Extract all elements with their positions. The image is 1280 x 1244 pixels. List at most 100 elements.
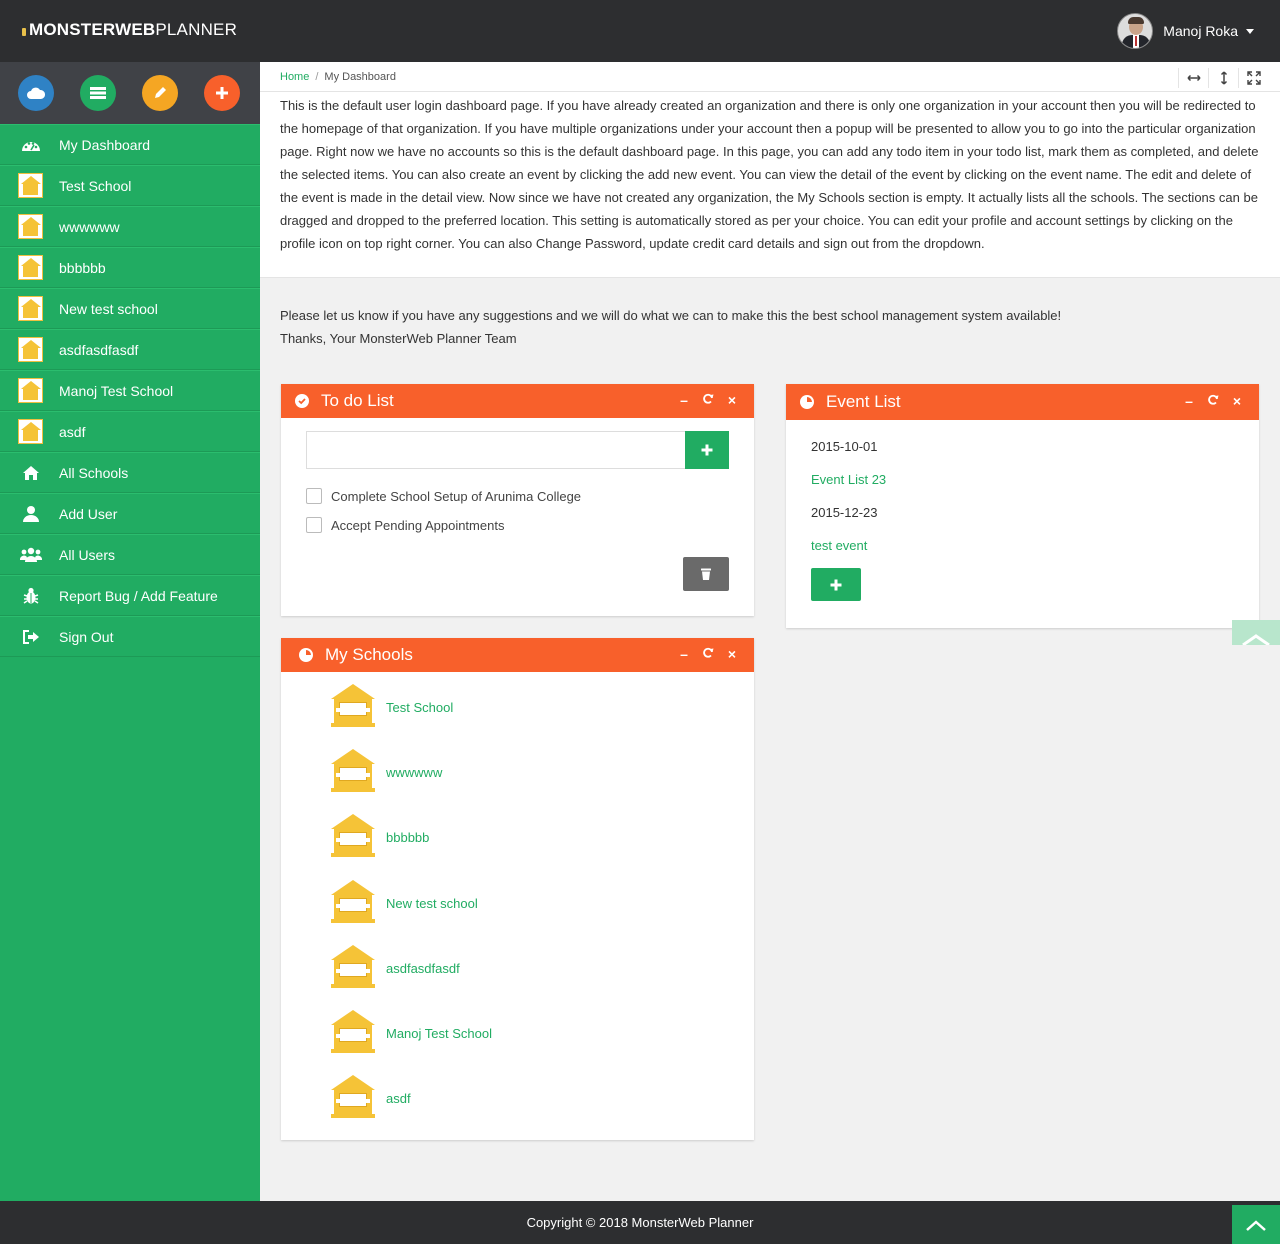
bug-icon — [23, 587, 38, 604]
sidebar-item-school[interactable]: Manoj Test School — [0, 370, 260, 411]
back-to-top-button[interactable] — [1232, 1205, 1280, 1244]
school-logo-icon — [331, 945, 375, 991]
school-icon — [18, 255, 43, 280]
delete-selected-button[interactable] — [683, 557, 729, 591]
dashboard-icon — [21, 141, 40, 151]
sidebar-item-school[interactable]: bbbbbb — [0, 247, 260, 288]
avatar[interactable] — [1117, 13, 1154, 49]
logo-text-light: PLANNER — [155, 20, 238, 39]
suggestions-text: Please let us know if you have any sugge… — [280, 308, 1062, 323]
event-panel-title: Event List — [826, 392, 901, 411]
sidebar-item-label: My Dashboard — [59, 136, 151, 153]
sidebar-item-label: Manoj Test School — [59, 382, 174, 399]
todo-checkbox[interactable] — [306, 488, 322, 504]
todo-checkbox[interactable] — [306, 517, 322, 533]
edit-button[interactable] — [142, 75, 178, 111]
user-name[interactable]: Manoj Roka — [1163, 23, 1238, 39]
refresh-button[interactable] — [696, 646, 720, 662]
refresh-button[interactable] — [1201, 393, 1225, 409]
school-link[interactable]: bbbbbb — [386, 830, 429, 845]
refresh-icon — [703, 393, 714, 404]
event-date: 2015-12-23 — [811, 505, 878, 520]
fullscreen-button[interactable] — [1238, 68, 1268, 88]
school-list-item[interactable]: asdf — [331, 1075, 411, 1121]
add-button[interactable] — [204, 75, 240, 111]
sidebar-item-school[interactable]: New test school — [0, 288, 260, 329]
add-event-button[interactable] — [811, 568, 861, 601]
minimize-button[interactable]: – — [672, 392, 696, 408]
school-link[interactable]: New test school — [386, 896, 478, 911]
expand-vertical-button[interactable] — [1208, 68, 1238, 88]
schools-panel-header[interactable]: My Schools – × — [281, 638, 754, 672]
logo-text-bold: MONSTERWEB — [29, 20, 156, 39]
sidebar-item-label: Add User — [59, 505, 118, 522]
event-panel: Event List – × 2015-10-01 Event List 23 … — [786, 384, 1259, 628]
event-date: 2015-10-01 — [811, 439, 878, 454]
sidebar-item-all-schools[interactable]: All Schools — [0, 452, 260, 493]
todo-panel-title: To do List — [321, 391, 394, 410]
todo-input[interactable] — [306, 431, 686, 469]
school-list-item[interactable]: Test School — [331, 684, 453, 730]
top-navbar: MONSTERWEB PLANNER Manoj Roka — [0, 0, 1280, 62]
footer: Copyright © 2018 MonsterWeb Planner — [0, 1201, 1280, 1244]
todo-item-label: Complete School Setup of Arunima College — [331, 488, 582, 504]
close-button[interactable]: × — [720, 646, 744, 662]
user-menu[interactable]: Manoj Roka — [1117, 13, 1254, 49]
sidebar-item-label: Sign Out — [59, 628, 114, 645]
sidebar: My Dashboard Test School wwwwww bbbbbb N… — [0, 62, 260, 1201]
school-link[interactable]: Manoj Test School — [386, 1026, 492, 1041]
storage-button[interactable] — [80, 75, 116, 111]
cloud-button[interactable] — [18, 75, 54, 111]
sidebar-item-sign-out[interactable]: Sign Out — [0, 616, 260, 657]
school-link[interactable]: asdf — [386, 1091, 411, 1106]
todo-panel-header[interactable]: To do List – × — [281, 384, 754, 418]
arrows-vertical-icon — [1220, 71, 1227, 85]
event-panel-header[interactable]: Event List – × — [786, 384, 1259, 420]
sidebar-item-label: Test School — [59, 177, 132, 194]
todo-item[interactable]: Complete School Setup of Arunima College — [306, 488, 581, 504]
sidebar-item-school[interactable]: asdfasdfasdf — [0, 329, 260, 370]
sidebar-item-report-bug[interactable]: Report Bug / Add Feature — [0, 575, 260, 616]
arrows-horizontal-icon — [1186, 74, 1201, 82]
todo-item[interactable]: Accept Pending Appointments — [306, 517, 504, 533]
intro-footer: Please let us know if you have any sugge… — [280, 304, 1061, 350]
sidebar-item-my-dashboard[interactable]: My Dashboard — [0, 124, 260, 165]
main-content: Home / My Dashboard This is the default … — [260, 62, 1280, 1201]
school-icon — [18, 419, 43, 444]
school-link[interactable]: wwwwww — [386, 765, 442, 780]
expand-horizontal-button[interactable] — [1178, 68, 1208, 88]
sidebar-item-all-users[interactable]: All Users — [0, 534, 260, 575]
school-link[interactable]: asdfasdfasdf — [386, 961, 460, 976]
school-link[interactable]: Test School — [386, 700, 453, 715]
breadcrumb-separator: / — [315, 70, 319, 83]
add-todo-button[interactable] — [685, 431, 729, 469]
users-icon — [19, 547, 42, 562]
refresh-button[interactable] — [696, 392, 720, 408]
event-link[interactable]: Event List 23 — [811, 472, 886, 487]
school-list-item[interactable]: asdfasdfasdf — [331, 945, 460, 991]
close-button[interactable]: × — [720, 392, 744, 408]
plus-icon — [701, 444, 713, 456]
event-link[interactable]: test event — [811, 538, 867, 553]
school-list-item[interactable]: bbbbbb — [331, 814, 429, 860]
sidebar-item-school[interactable]: Test School — [0, 165, 260, 206]
minimize-button[interactable]: – — [1177, 393, 1201, 409]
sidebar-item-school[interactable]: asdf — [0, 411, 260, 452]
minimize-button[interactable]: – — [672, 646, 696, 662]
close-button[interactable]: × — [1225, 393, 1249, 409]
scroll-up-tab[interactable] — [1232, 620, 1280, 645]
sidebar-item-label: asdf — [59, 423, 86, 440]
refresh-icon — [703, 647, 714, 658]
sidebar-item-label: New test school — [59, 300, 158, 317]
sidebar-item-add-user[interactable]: Add User — [0, 493, 260, 534]
school-icon — [18, 337, 43, 362]
chevron-down-icon[interactable] — [1246, 28, 1254, 34]
app-logo[interactable]: MONSTERWEB PLANNER — [22, 20, 237, 40]
school-list-item[interactable]: wwwwww — [331, 749, 442, 795]
breadcrumb-home-link[interactable]: Home — [280, 71, 309, 83]
school-list-item[interactable]: Manoj Test School — [331, 1010, 492, 1056]
todo-item-label: Accept Pending Appointments — [331, 517, 505, 533]
school-list-item[interactable]: New test school — [331, 880, 478, 926]
plus-icon — [216, 87, 228, 99]
sidebar-item-school[interactable]: wwwwww — [0, 206, 260, 247]
